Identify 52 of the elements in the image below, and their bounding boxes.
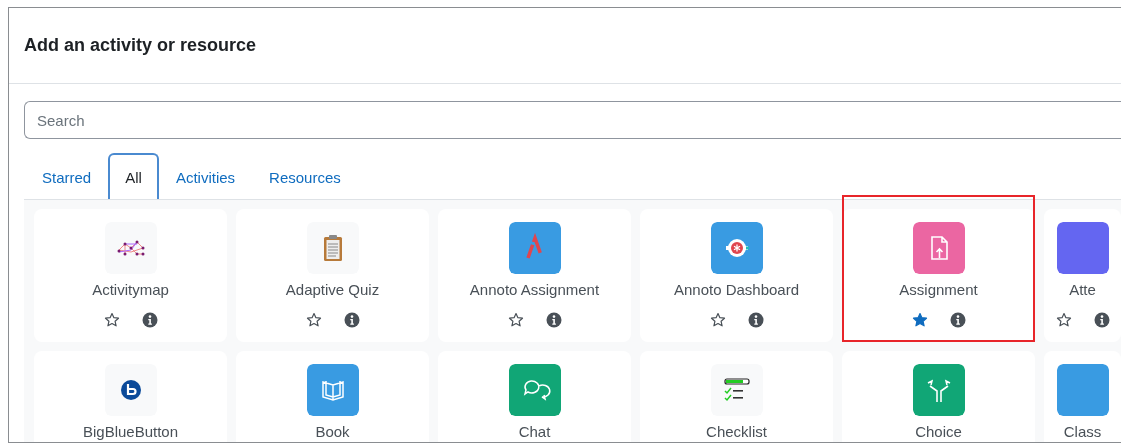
activity-name: Choice bbox=[915, 422, 962, 442]
star-button[interactable] bbox=[305, 312, 322, 328]
activity-name: Checklist bbox=[706, 422, 767, 442]
tile-icon bbox=[1056, 364, 1109, 416]
checklist-icon bbox=[710, 364, 763, 416]
info-button[interactable] bbox=[747, 312, 764, 328]
search-field[interactable]: Search bbox=[24, 101, 1121, 139]
activity-name: Annoto Dashboard bbox=[673, 280, 800, 300]
activity-card[interactable]: Annoto Dashboard bbox=[640, 209, 833, 342]
dialog-title: Add an activity or resource bbox=[24, 35, 257, 56]
activity-name: Adaptive Quiz bbox=[285, 280, 380, 300]
open-book-icon bbox=[306, 364, 359, 416]
star-button[interactable] bbox=[709, 312, 726, 328]
info-button[interactable] bbox=[949, 312, 966, 328]
star-button[interactable] bbox=[911, 312, 928, 328]
star-button[interactable] bbox=[1055, 312, 1072, 328]
tab[interactable]: Resources bbox=[252, 153, 358, 199]
activity-name: Class bbox=[1063, 422, 1102, 442]
signpost-icon bbox=[912, 364, 965, 416]
activity-card[interactable]: Class bbox=[1044, 351, 1121, 442]
star-button[interactable] bbox=[103, 312, 120, 328]
activity-name: Book bbox=[315, 422, 350, 442]
activity-card[interactable]: Book bbox=[236, 351, 429, 442]
chat-bubbles-icon bbox=[508, 364, 561, 416]
activity-name: BigBlueButton bbox=[82, 422, 179, 442]
activity-card[interactable]: Activitymap bbox=[34, 209, 227, 342]
activity-name: Chat bbox=[518, 422, 551, 442]
activity-card[interactable]: Chat bbox=[438, 351, 631, 442]
activity-card[interactable]: Annoto Assignment bbox=[438, 209, 631, 342]
activity-name: Assignment bbox=[899, 280, 978, 300]
activity-card[interactable]: Adaptive Quiz bbox=[236, 209, 429, 342]
tile-icon bbox=[1056, 222, 1109, 274]
target-logo-icon bbox=[710, 222, 763, 274]
b-logo-icon bbox=[104, 364, 157, 416]
star-button[interactable] bbox=[507, 312, 524, 328]
info-button[interactable] bbox=[1093, 312, 1110, 328]
tab[interactable]: Activities bbox=[158, 153, 253, 199]
clipboard-icon bbox=[306, 222, 359, 274]
activity-name: Activitymap bbox=[92, 280, 169, 300]
activity-card[interactable]: BigBlueButton bbox=[34, 351, 227, 442]
info-button[interactable] bbox=[343, 312, 360, 328]
network-icon bbox=[104, 222, 157, 274]
activity-name: Annoto Assignment bbox=[469, 280, 600, 300]
tab[interactable]: Starred bbox=[25, 153, 109, 199]
document-upload-icon bbox=[912, 222, 965, 274]
activity-name: Atte bbox=[1069, 280, 1096, 300]
activity-card[interactable]: Atte bbox=[1044, 209, 1121, 342]
info-button[interactable] bbox=[545, 312, 562, 328]
activity-card[interactable]: Checklist bbox=[640, 351, 833, 442]
activity-card[interactable]: Choice bbox=[842, 351, 1035, 442]
info-button[interactable] bbox=[141, 312, 158, 328]
activity-card[interactable]: Assignment bbox=[842, 209, 1035, 342]
